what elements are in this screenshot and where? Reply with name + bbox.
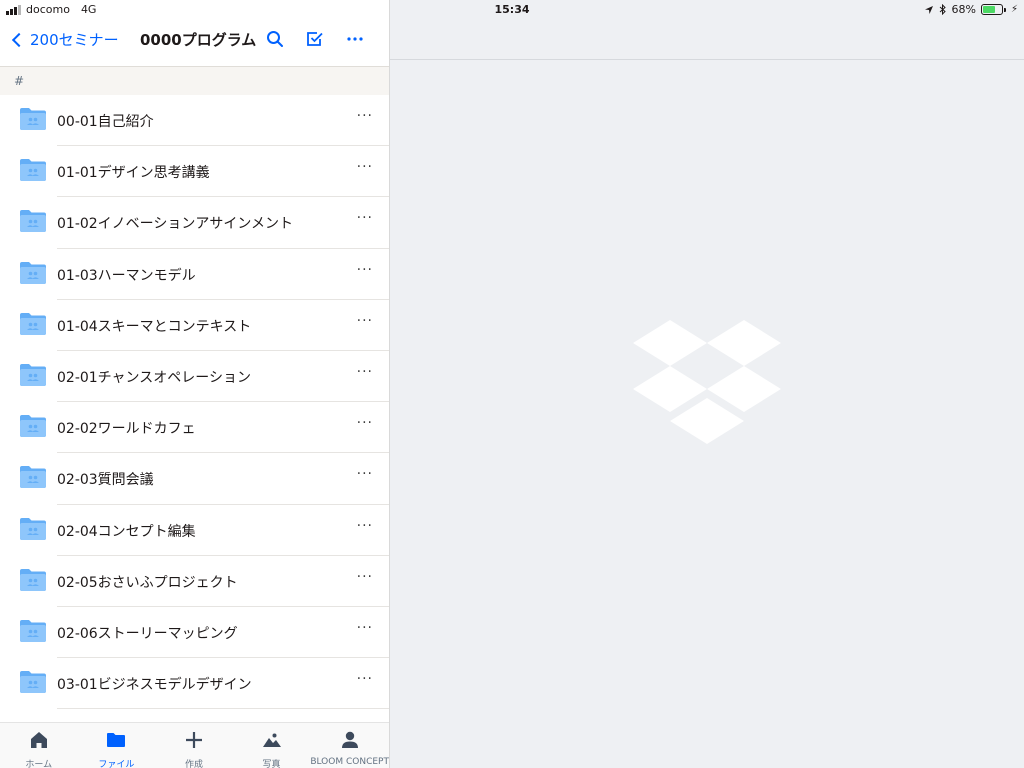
shared-folder-icon xyxy=(19,363,47,387)
account-icon xyxy=(339,729,361,754)
file-name: 01-03ハーマンモデル xyxy=(57,267,196,284)
row-more-button[interactable]: ··· xyxy=(357,159,373,175)
row-more-button[interactable]: ··· xyxy=(357,518,373,534)
file-list: 00-01自己紹介 ··· 01-01デザイン思考講義 ··· 01-02イノベーション… xyxy=(0,95,389,722)
shared-folder-icon xyxy=(19,261,47,285)
shared-folder-icon xyxy=(19,209,47,233)
nav-actions xyxy=(263,28,367,50)
section-header-label: # xyxy=(14,74,25,88)
tab-label: 作成 xyxy=(184,760,203,768)
file-name: 02-01チャンスオペレーション xyxy=(57,369,251,386)
file-row[interactable]: 02-06ストーリーマッピング ··· xyxy=(0,607,389,659)
tab-label: ファイル xyxy=(98,760,135,768)
shared-folder-icon xyxy=(19,414,47,438)
plus-icon xyxy=(183,729,205,754)
file-name: 02-02ワールドカフェ xyxy=(57,421,196,438)
row-more-button[interactable]: ··· xyxy=(357,313,373,329)
file-row[interactable]: 02-05おさいふプロジェクト ··· xyxy=(0,556,389,608)
row-more-button[interactable]: ··· xyxy=(357,466,373,482)
tab-label: 写真 xyxy=(262,760,281,768)
row-more-button[interactable]: ··· xyxy=(357,108,373,124)
status-bar: docomo 4G 15:34 68% ⚡ xyxy=(0,0,1024,20)
file-row[interactable]: 02-04コンセプト編集 ··· xyxy=(0,505,389,556)
status-right: 68% ⚡ xyxy=(924,3,1018,16)
file-name: 01-01デザイン思考講義 xyxy=(57,165,210,182)
row-more-button[interactable]: ··· xyxy=(357,671,373,687)
file-row[interactable]: 02-02ワールドカフェ ··· xyxy=(0,402,389,454)
back-button[interactable]: 200セミナー xyxy=(11,29,119,50)
folder-icon xyxy=(105,729,127,754)
row-more-button[interactable]: ··· xyxy=(357,262,373,278)
tab-bar: ホーム ファイル 作成 写真 BLOOM CONCEPT xyxy=(0,722,389,768)
file-row[interactable]: 02-03質問会議 ··· xyxy=(0,453,389,505)
file-name: 00-01自己紹介 xyxy=(57,114,154,130)
file-row[interactable]: 03-01ビジネスモデルデザイン ··· xyxy=(0,658,389,710)
home-icon xyxy=(28,729,50,754)
shared-folder-icon xyxy=(19,619,47,643)
shared-folder-icon xyxy=(19,465,47,489)
location-arrow-icon xyxy=(924,5,933,14)
chevron-left-icon xyxy=(11,32,27,47)
search-icon xyxy=(267,31,283,47)
shared-folder-icon xyxy=(19,107,47,131)
shared-folder-icon xyxy=(19,517,47,541)
shared-folder-icon xyxy=(19,312,47,336)
row-more-button[interactable]: ··· xyxy=(357,569,373,585)
file-name: 03-01ビジネスモデルデザイン xyxy=(57,677,252,694)
shared-folder-icon xyxy=(19,158,47,182)
file-name: 01-04スキーマとコンテキスト xyxy=(57,318,252,335)
file-browser-panel: 200セミナー 0000プログラム # 00-01自己紹介 ··· 01-01デザイ… xyxy=(0,0,389,768)
file-row[interactable]: 01-03ハーマンモデル ··· xyxy=(0,249,389,300)
tab-account[interactable]: BLOOM CONCEPT xyxy=(310,723,389,768)
nav-bar: 200セミナー 0000プログラム xyxy=(0,20,389,66)
row-more-button[interactable]: ··· xyxy=(357,210,373,226)
shared-folder-icon xyxy=(19,670,47,694)
status-time: 15:34 xyxy=(494,3,530,16)
more-icon xyxy=(347,37,363,41)
row-more-button[interactable]: ··· xyxy=(357,620,373,636)
photo-icon xyxy=(261,729,283,754)
select-button[interactable] xyxy=(303,28,327,50)
tab-folder[interactable]: ファイル xyxy=(78,723,156,768)
battery-percent: 68% xyxy=(951,3,976,16)
file-row[interactable]: 01-01デザイン思考講義 ··· xyxy=(0,146,389,198)
file-row[interactable]: 00-01自己紹介 ··· xyxy=(0,95,389,147)
tab-label: ホーム xyxy=(25,760,53,768)
bluetooth-icon xyxy=(939,4,946,15)
section-header: # xyxy=(0,66,389,95)
file-name: 02-04コンセプト編集 xyxy=(57,523,196,540)
file-name: 02-06ストーリーマッピング xyxy=(57,625,238,642)
file-row[interactable]: 01-02イノベーションアサインメント ··· xyxy=(0,197,389,249)
search-button[interactable] xyxy=(263,28,287,50)
tab-plus[interactable]: 作成 xyxy=(155,723,233,768)
row-more-button[interactable]: ··· xyxy=(357,364,373,380)
tab-home[interactable]: ホーム xyxy=(0,723,78,768)
file-row[interactable]: 02-01チャンスオペレーション ··· xyxy=(0,351,389,403)
shared-folder-icon xyxy=(19,568,47,592)
tab-label: BLOOM CONCEPT xyxy=(310,757,389,767)
charging-icon: ⚡ xyxy=(1010,4,1018,15)
row-more-button[interactable]: ··· xyxy=(357,415,373,431)
preview-panel xyxy=(390,0,1024,768)
page-title: 0000プログラム xyxy=(140,31,257,49)
file-name: 02-05おさいふプロジェクト xyxy=(57,574,238,591)
back-button-label: 200セミナー xyxy=(30,31,119,49)
file-name: 01-02イノベーションアサインメント xyxy=(57,216,293,233)
more-button[interactable] xyxy=(343,28,367,50)
dropbox-logo-icon xyxy=(633,320,781,444)
battery-icon xyxy=(980,4,1006,15)
file-row[interactable]: 01-04スキーマとコンテキスト ··· xyxy=(0,300,389,352)
select-icon xyxy=(307,32,323,46)
tab-photo[interactable]: 写真 xyxy=(233,723,311,768)
file-name: 02-03質問会議 xyxy=(57,472,154,489)
